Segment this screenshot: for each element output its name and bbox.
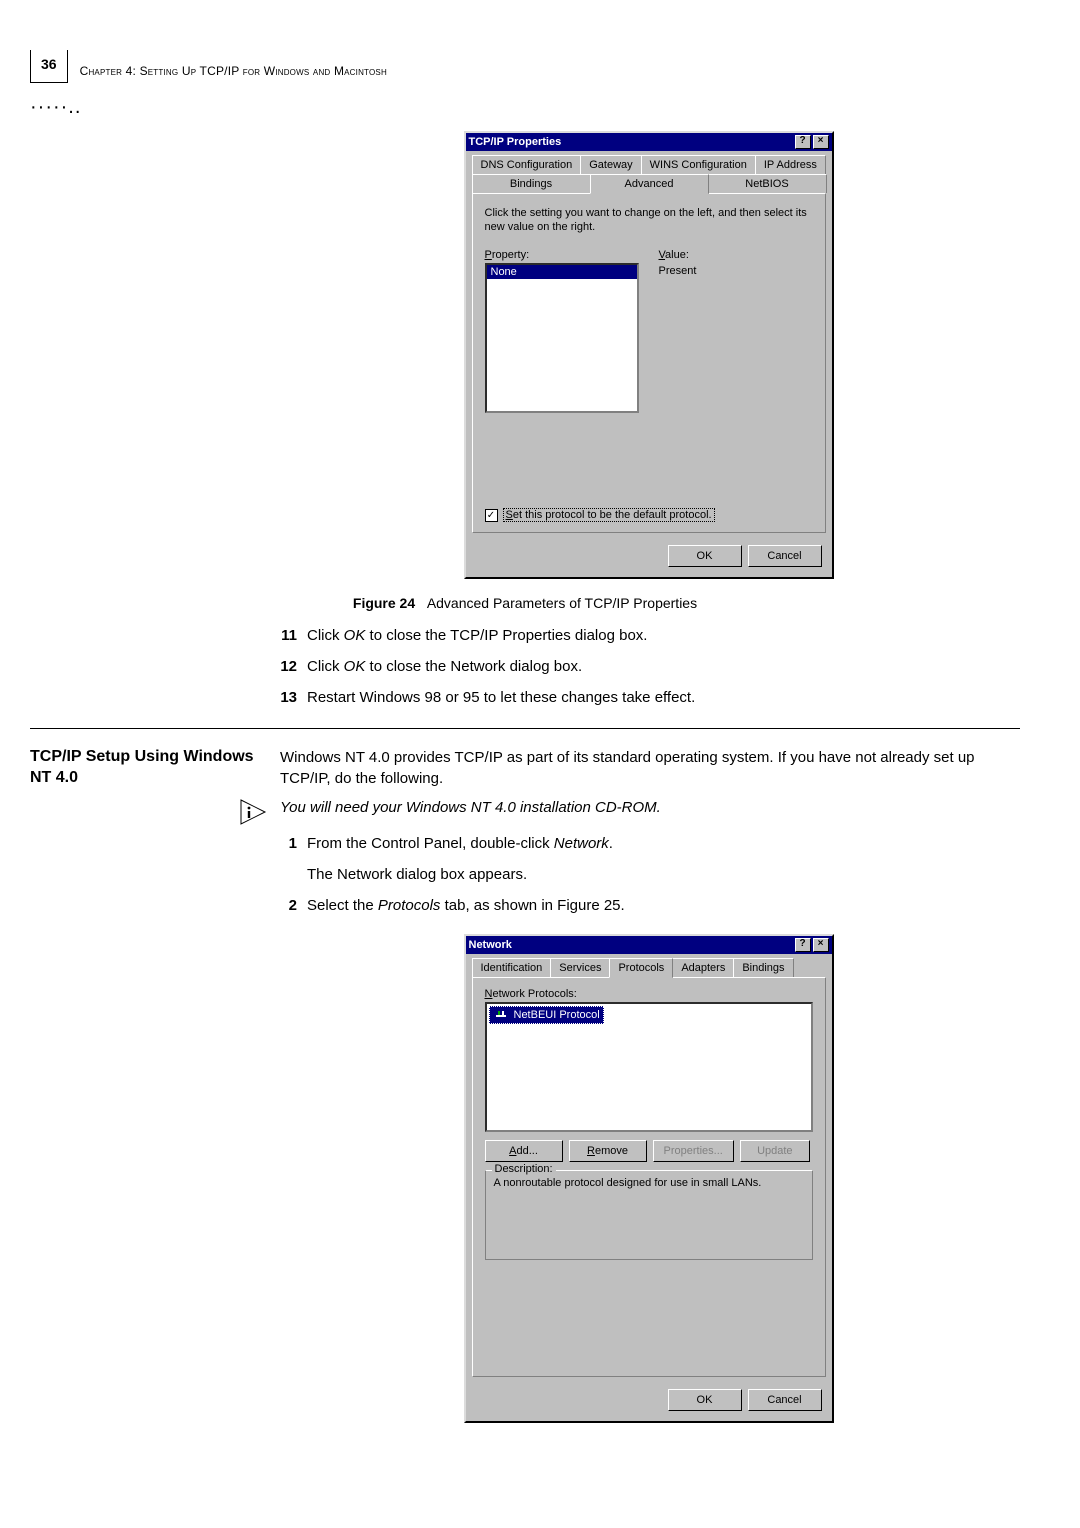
- tab-row-2: Bindings Advanced NetBIOS: [466, 174, 832, 193]
- tab-row-1: DNS Configuration Gateway WINS Configura…: [466, 151, 832, 174]
- section-divider: [30, 728, 1020, 729]
- section-body: Windows NT 4.0 provides TCP/IP as part o…: [280, 747, 1020, 789]
- step-text: Click OK to close the Network dialog box…: [307, 656, 1020, 677]
- help-button[interactable]: ?: [795, 135, 811, 149]
- tab-bindings[interactable]: Bindings: [472, 174, 591, 193]
- step-number: 2: [30, 895, 307, 916]
- chapter-title: Chapter 4: Setting Up TCP/IP for Windows…: [80, 64, 387, 78]
- step-text: From the Control Panel, double-click Net…: [307, 833, 1020, 854]
- network-tab-row: Identification Services Protocols Adapte…: [466, 954, 832, 977]
- tab-wins-configuration[interactable]: WINS Configuration: [641, 155, 756, 174]
- property-item-none[interactable]: None: [487, 265, 637, 279]
- list-item-netbeui[interactable]: NetBEUI Protocol: [489, 1006, 604, 1024]
- dialog-title: TCP/IP Properties: [469, 136, 562, 148]
- dialog-titlebar: TCP/IP Properties ? ×: [466, 133, 832, 151]
- step-text: Restart Windows 98 or 95 to let these ch…: [307, 687, 1020, 708]
- decorative-dots: [30, 96, 66, 114]
- network-protocols-listbox[interactable]: NetBEUI Protocol: [485, 1002, 813, 1132]
- network-protocols-label: Network Protocols:: [485, 988, 813, 1000]
- default-protocol-checkbox[interactable]: ✓: [485, 509, 498, 522]
- step-text: Select the Protocols tab, as shown in Fi…: [307, 895, 1020, 916]
- description-legend: Description:: [492, 1163, 556, 1175]
- tab-identification[interactable]: Identification: [472, 958, 552, 977]
- property-listbox[interactable]: None: [485, 263, 639, 413]
- protocols-tab-panel: Network Protocols: NetBEUI Protocol Add.…: [472, 977, 826, 1377]
- step-number: [30, 864, 307, 885]
- properties-button[interactable]: Properties...: [653, 1140, 734, 1162]
- step-number: 13: [30, 687, 307, 708]
- step-number: 1: [30, 833, 307, 854]
- protocol-icon: [493, 1008, 509, 1022]
- close-button[interactable]: ×: [813, 135, 829, 149]
- add-button[interactable]: Add...: [485, 1140, 563, 1162]
- tab-dns-configuration[interactable]: DNS Configuration: [472, 155, 582, 174]
- cancel-button[interactable]: Cancel: [748, 545, 822, 567]
- default-protocol-label: Set this protocol to be the default prot…: [503, 508, 715, 522]
- ok-button[interactable]: OK: [668, 545, 742, 567]
- list-item-label: NetBEUI Protocol: [514, 1009, 600, 1021]
- help-button[interactable]: ?: [795, 938, 811, 952]
- step-number: 12: [30, 656, 307, 677]
- tab-gateway[interactable]: Gateway: [580, 155, 641, 174]
- cancel-button[interactable]: Cancel: [748, 1389, 822, 1411]
- value-display: Present: [659, 263, 813, 279]
- description-group: Description: A nonroutable protocol desi…: [485, 1170, 813, 1260]
- property-label: Property:: [485, 249, 639, 261]
- step-text: Click OK to close the TCP/IP Properties …: [307, 625, 1020, 646]
- network-dialog: Network ? × Identification Services Prot…: [464, 934, 834, 1423]
- note-text: You will need your Windows NT 4.0 instal…: [280, 799, 1020, 816]
- panel-help-text: Click the setting you want to change on …: [485, 206, 813, 235]
- close-button[interactable]: ×: [813, 938, 829, 952]
- dialog-titlebar: Network ? ×: [466, 936, 832, 954]
- step-number: 11: [30, 625, 307, 646]
- value-label: Value:: [659, 249, 813, 261]
- info-icon: [30, 799, 280, 825]
- tab-bindings[interactable]: Bindings: [733, 958, 793, 977]
- figure-24-caption: Figure 24 Advanced Parameters of TCP/IP …: [30, 595, 1020, 611]
- tab-netbios[interactable]: NetBIOS: [708, 174, 827, 193]
- ok-button[interactable]: OK: [668, 1389, 742, 1411]
- tab-protocols[interactable]: Protocols: [609, 958, 673, 978]
- advanced-tab-panel: Click the setting you want to change on …: [472, 193, 826, 533]
- description-text: A nonroutable protocol designed for use …: [494, 1177, 804, 1189]
- remove-button[interactable]: Remove: [569, 1140, 647, 1162]
- step-text: The Network dialog box appears.: [307, 864, 1020, 885]
- tab-adapters[interactable]: Adapters: [672, 958, 734, 977]
- dialog-title: Network: [469, 939, 512, 951]
- tab-advanced[interactable]: Advanced: [590, 174, 709, 194]
- tcpip-properties-dialog: TCP/IP Properties ? × DNS Configuration …: [464, 131, 834, 579]
- section-heading: TCP/IP Setup Using Windows NT 4.0: [30, 747, 280, 789]
- update-button[interactable]: Update: [740, 1140, 810, 1162]
- page-number: 36: [30, 50, 68, 83]
- tab-services[interactable]: Services: [550, 958, 610, 977]
- tab-ip-address[interactable]: IP Address: [755, 155, 826, 174]
